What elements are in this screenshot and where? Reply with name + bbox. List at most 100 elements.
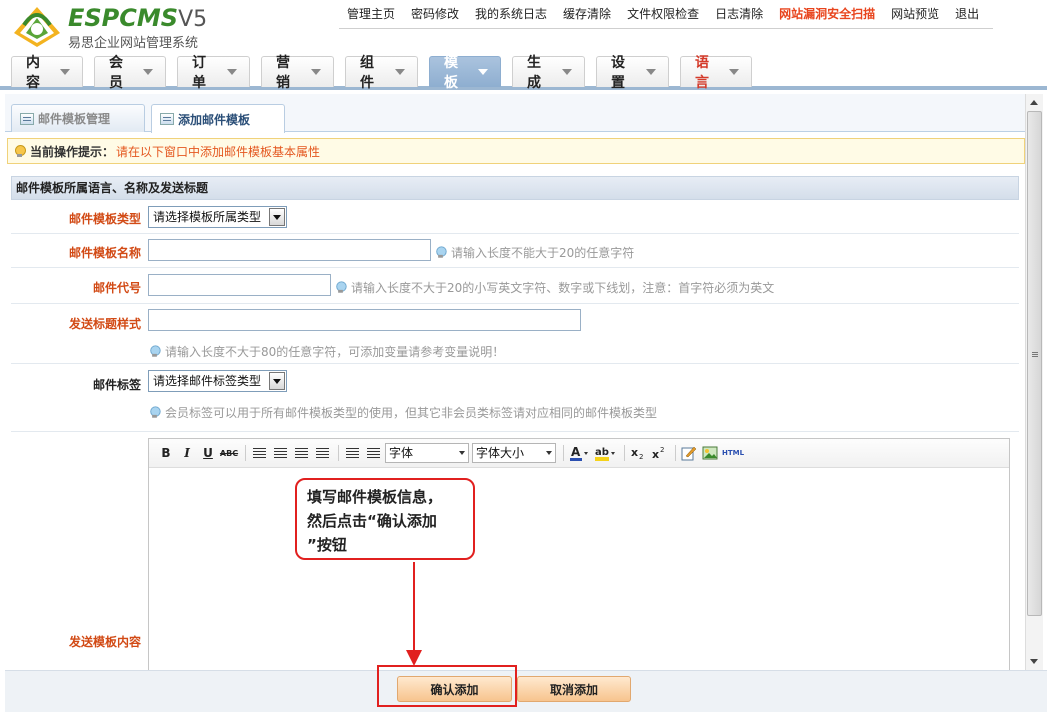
- align-left-icon: [252, 447, 266, 459]
- lightbulb-icon: [435, 246, 447, 258]
- main-nav: 内容 会员 订单 营销 组件 模板 生成 设置 语言: [0, 54, 1047, 91]
- subject-style-input[interactable]: [148, 309, 581, 331]
- template-name-input[interactable]: [148, 239, 431, 261]
- top-link-home[interactable]: 管理主页: [339, 0, 403, 29]
- form-row-type: 邮件模板类型 请选择模板所属类型: [11, 201, 1019, 234]
- highlight-color-button[interactable]: ab: [593, 444, 617, 462]
- top-link-logout[interactable]: 退出: [947, 0, 987, 29]
- insert-image-button[interactable]: [701, 444, 719, 462]
- text-color-button[interactable]: A: [568, 444, 590, 462]
- align-right-button[interactable]: [292, 444, 310, 462]
- mail-tag-select[interactable]: 请选择邮件标签类型: [148, 370, 287, 392]
- name-hint: 请输入长度不能大于20的任意字符: [435, 244, 634, 261]
- top-link-security-scan[interactable]: 网站漏洞安全扫描: [771, 0, 883, 29]
- lightbulb-icon: [149, 345, 161, 357]
- numbered-list-button[interactable]: [364, 444, 382, 462]
- cancel-add-button[interactable]: 取消添加: [517, 676, 631, 702]
- chevron-down-icon: [646, 69, 656, 75]
- chevron-down-icon: [60, 69, 70, 75]
- superscript-button[interactable]: x2: [650, 444, 668, 462]
- font-color-icon: A: [570, 445, 588, 461]
- toolbar-separator: [675, 445, 676, 461]
- logo[interactable]: ESPCMSV5 易思企业网站管理系统: [10, 3, 240, 51]
- svg-text:ab: ab: [595, 447, 609, 458]
- top-link-site-preview[interactable]: 网站预览: [883, 0, 947, 29]
- subscript-icon: x2: [631, 446, 643, 460]
- subtab-add-mail-template[interactable]: 添加邮件模板: [151, 104, 285, 133]
- top-link-syslog[interactable]: 我的系统日志: [467, 0, 555, 29]
- nav-tab-language[interactable]: 语言: [680, 55, 752, 91]
- image-icon: [702, 446, 718, 460]
- subscript-button[interactable]: x2: [629, 444, 647, 462]
- svg-text:x: x: [652, 448, 659, 460]
- name-label: 邮件模板名称: [68, 246, 141, 260]
- chevron-down-icon: [729, 69, 739, 75]
- chevron-down-icon: [227, 69, 237, 75]
- nav-tab-content[interactable]: 内容: [11, 55, 83, 91]
- align-justify-button[interactable]: [313, 444, 331, 462]
- form-row-subject: 发送标题样式 请输入长度不大于80的任意字符，可添加变量请参考变量说明！: [11, 304, 1019, 364]
- mail-code-input[interactable]: [148, 274, 331, 296]
- top-link-password[interactable]: 密码修改: [403, 0, 467, 29]
- nav-tab-orders[interactable]: 订单: [177, 55, 250, 91]
- scroll-down-icon[interactable]: [1026, 653, 1043, 670]
- editor-toolbar: B I U ABC 字体 字体大小 A ab x2 x 2 HTML: [149, 439, 1009, 468]
- toolbar-separator: [624, 445, 625, 461]
- form-row-tag: 邮件标签 请选择邮件标签类型 会员标签可以用于所有邮件模板类型的使用，但其它非会…: [11, 364, 1019, 432]
- arrow-down-icon: [406, 650, 422, 666]
- dropdown-arrow-icon: [269, 208, 285, 226]
- svg-text:2: 2: [639, 453, 643, 460]
- window-icon: [160, 113, 174, 125]
- top-link-clear-cache[interactable]: 缓存清除: [555, 0, 619, 29]
- editor-content-area[interactable]: [149, 469, 1009, 670]
- confirm-button-highlight: [377, 665, 517, 707]
- nav-tab-members[interactable]: 会员: [94, 55, 166, 91]
- nav-tab-generate[interactable]: 生成: [512, 55, 585, 91]
- align-center-button[interactable]: [271, 444, 289, 462]
- tag-hint: 会员标签可以用于所有邮件模板类型的使用，但其它非会员类标签请对应相同的邮件模板类…: [149, 404, 657, 421]
- svg-text:x: x: [631, 446, 638, 459]
- window-icon: [20, 112, 34, 125]
- chevron-down-icon: [311, 69, 321, 75]
- subject-label: 发送标题样式: [68, 317, 141, 331]
- align-left-button[interactable]: [250, 444, 268, 462]
- code-label: 邮件代号: [92, 281, 141, 295]
- scroll-up-icon[interactable]: [1026, 94, 1043, 111]
- scrollbar-thumb[interactable]: [1027, 111, 1042, 616]
- nav-tab-components[interactable]: 组件: [345, 55, 418, 91]
- nav-tab-settings[interactable]: 设置: [596, 55, 669, 91]
- form-row-code: 邮件代号 请输入长度不大于20的小写英文字符、数字或下线划，注意：首字符必须为英…: [11, 268, 1019, 304]
- font-size-select[interactable]: 字体大小: [472, 443, 556, 463]
- tag-label: 邮件标签: [92, 378, 141, 392]
- sub-tabs: 邮件模板管理 添加邮件模板: [5, 94, 1027, 133]
- highlight-icon: ab: [595, 447, 615, 461]
- edit-icon: [681, 446, 697, 461]
- top-link-clear-log[interactable]: 日志清除: [707, 0, 771, 29]
- font-family-select[interactable]: 字体: [385, 443, 469, 463]
- subject-hint: 请输入长度不大于80的任意字符，可添加变量请参考变量说明！: [149, 343, 504, 360]
- toolbar-separator: [563, 445, 564, 461]
- top-link-file-permissions[interactable]: 文件权限检查: [619, 0, 707, 29]
- lightbulb-icon: [14, 144, 26, 158]
- strikethrough-button[interactable]: ABC: [220, 444, 238, 462]
- nav-tab-templates[interactable]: 模板: [429, 55, 501, 91]
- html-mode-button[interactable]: HTML: [722, 444, 744, 462]
- logo-text: ESPCMSV5: [68, 4, 208, 32]
- subtab-mail-template-manage[interactable]: 邮件模板管理: [11, 104, 145, 132]
- chevron-down-icon: [143, 69, 153, 75]
- type-label: 邮件模板类型: [68, 212, 141, 226]
- underline-button[interactable]: U: [199, 444, 217, 462]
- nav-tab-marketing[interactable]: 营销: [261, 55, 334, 91]
- vertical-scrollbar[interactable]: [1025, 94, 1043, 670]
- edit-source-button[interactable]: [680, 444, 698, 462]
- svg-text:2: 2: [660, 446, 664, 454]
- template-type-select[interactable]: 请选择模板所属类型: [148, 206, 287, 228]
- toolbar-separator: [245, 445, 246, 461]
- espcms-logo-icon: [14, 7, 60, 47]
- bullet-list-icon: [345, 447, 359, 459]
- bullet-list-button[interactable]: [343, 444, 361, 462]
- bold-button[interactable]: B: [157, 444, 175, 462]
- italic-button[interactable]: I: [178, 444, 196, 462]
- logo-subtitle: 易思企业网站管理系统: [68, 36, 199, 51]
- code-hint: 请输入长度不大于20的小写英文字符、数字或下线划，注意：首字符必须为英文: [335, 279, 774, 296]
